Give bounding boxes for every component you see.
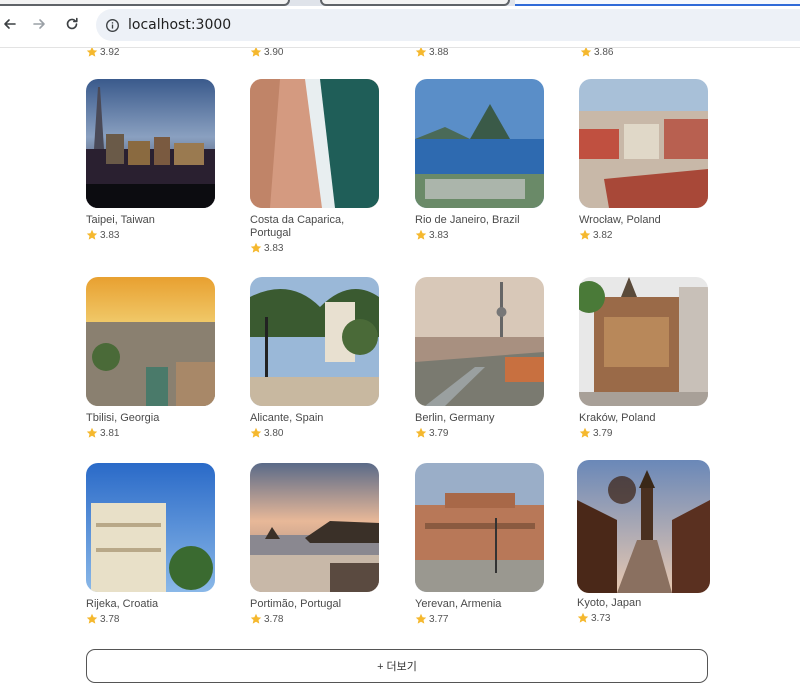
city-card[interactable]: Costa da Caparica, Portugal 3.83 <box>250 79 380 254</box>
city-name: Kraków, Poland <box>579 412 656 424</box>
city-name: Yerevan, Armenia <box>415 598 502 610</box>
forward-button[interactable] <box>29 14 49 34</box>
city-card[interactable]: Rijeka, Croatia 3.78 <box>86 463 216 625</box>
back-button[interactable] <box>0 14 20 34</box>
city-card[interactable]: Berlin, Germany 3.79 <box>415 277 545 439</box>
star-icon <box>86 48 98 57</box>
rating: 3.82 <box>579 229 709 241</box>
star-icon <box>250 427 262 438</box>
rating: 3.77 <box>415 613 545 625</box>
city-photo-taipei[interactable] <box>86 79 215 208</box>
city-photo-alicante[interactable] <box>250 277 379 406</box>
star-icon <box>579 427 591 438</box>
star-icon <box>577 612 589 623</box>
city-photo-portimao[interactable] <box>250 463 379 592</box>
rating: 3.83 <box>415 229 545 241</box>
rating-value: 3.86 <box>594 48 614 58</box>
rating: 3.88 <box>415 48 448 58</box>
rating-value: 3.78 <box>100 613 120 625</box>
rating-value: 3.80 <box>264 427 284 439</box>
star-icon <box>415 48 427 57</box>
city-name: Portimão, Portugal <box>250 598 342 610</box>
star-icon <box>579 229 591 240</box>
city-name: Berlin, Germany <box>415 412 495 424</box>
city-card[interactable]: Alicante, Spain 3.80 <box>250 277 380 439</box>
rating: 3.78 <box>86 613 216 625</box>
star-icon <box>415 229 427 240</box>
rating: 3.81 <box>86 427 216 439</box>
rating: 3.78 <box>250 613 380 625</box>
rating-value: 3.83 <box>100 229 120 241</box>
city-photo-rio-de-janeiro[interactable] <box>415 79 544 208</box>
city-photo-kyoto[interactable] <box>577 460 710 593</box>
city-card[interactable]: Portimão, Portugal 3.78 <box>250 463 380 625</box>
reload-icon <box>66 17 78 30</box>
star-icon <box>250 613 262 624</box>
city-photo-costa-da-caparica[interactable] <box>250 79 379 208</box>
star-icon <box>415 427 427 438</box>
city-photo-tbilisi[interactable] <box>86 277 215 406</box>
load-more-button[interactable]: + 더보기 <box>86 649 708 683</box>
arrow-left-icon <box>4 19 16 29</box>
rating-value: 3.83 <box>429 229 449 241</box>
city-name: Alicante, Spain <box>250 412 324 424</box>
rating-value: 3.83 <box>264 242 284 254</box>
info-icon[interactable] <box>102 15 122 35</box>
rating-value: 3.88 <box>429 48 449 58</box>
rating: 3.83 <box>250 242 380 254</box>
browser-tab[interactable] <box>0 0 290 6</box>
url-text[interactable]: localhost:3000 <box>128 17 231 33</box>
city-grid: 3.92 3.90 3.88 3.86 Taipei, Taiwan 3.83 … <box>0 48 800 685</box>
city-card[interactable]: Yerevan, Armenia 3.77 <box>415 463 545 625</box>
star-icon <box>86 229 98 240</box>
rating: 3.79 <box>415 427 545 439</box>
rating-value: 3.82 <box>593 229 613 241</box>
city-card[interactable]: Wrocław, Poland 3.82 <box>579 79 709 241</box>
star-icon <box>415 613 427 624</box>
city-card[interactable]: Rio de Janeiro, Brazil 3.83 <box>415 79 545 241</box>
rating-value: 3.73 <box>591 612 611 624</box>
rating-value: 3.90 <box>264 48 284 58</box>
rating-value: 3.78 <box>264 613 284 625</box>
rating-value: 3.81 <box>100 427 120 439</box>
rating-value: 3.79 <box>593 427 613 439</box>
rating: 3.90 <box>250 48 283 58</box>
city-card[interactable]: Tbilisi, Georgia 3.81 <box>86 277 216 439</box>
city-card[interactable]: Taipei, Taiwan 3.83 <box>86 79 216 241</box>
city-photo-yerevan[interactable] <box>415 463 544 592</box>
city-card[interactable]: Kraków, Poland 3.79 <box>579 277 709 439</box>
city-name: Rijeka, Croatia <box>86 598 159 610</box>
city-photo-wroclaw[interactable] <box>579 79 708 208</box>
city-name: Costa da Caparica, Portugal <box>250 214 345 239</box>
city-photo-rijeka[interactable] <box>86 463 215 592</box>
star-icon <box>250 242 262 253</box>
city-name: Tbilisi, Georgia <box>86 412 160 424</box>
star-icon <box>86 427 98 438</box>
star-icon <box>580 48 592 57</box>
city-name: Taipei, Taiwan <box>86 214 155 226</box>
star-icon <box>86 613 98 624</box>
reload-button[interactable] <box>62 14 82 34</box>
browser-tab[interactable] <box>320 0 510 6</box>
rating-value: 3.92 <box>100 48 120 58</box>
rating: 3.79 <box>579 427 709 439</box>
city-name: Wrocław, Poland <box>579 214 661 226</box>
rating: 3.73 <box>577 612 707 624</box>
browser-toolbar: localhost:3000 <box>0 0 800 48</box>
city-photo-krakow[interactable] <box>579 277 708 406</box>
city-photo-berlin[interactable] <box>415 277 544 406</box>
rating-value: 3.79 <box>429 427 449 439</box>
city-card[interactable]: Kyoto, Japan 3.73 <box>577 460 710 624</box>
arrow-right-icon <box>33 19 45 29</box>
rating: 3.80 <box>250 427 380 439</box>
rating-value: 3.77 <box>429 613 449 625</box>
rating: 3.86 <box>580 48 613 58</box>
city-name: Rio de Janeiro, Brazil <box>415 214 520 226</box>
city-name: Kyoto, Japan <box>577 597 642 609</box>
star-icon <box>250 48 262 57</box>
browser-tab-active[interactable] <box>515 0 800 6</box>
address-bar[interactable]: localhost:3000 <box>96 9 800 41</box>
rating: 3.92 <box>86 48 119 58</box>
rating: 3.83 <box>86 229 216 241</box>
